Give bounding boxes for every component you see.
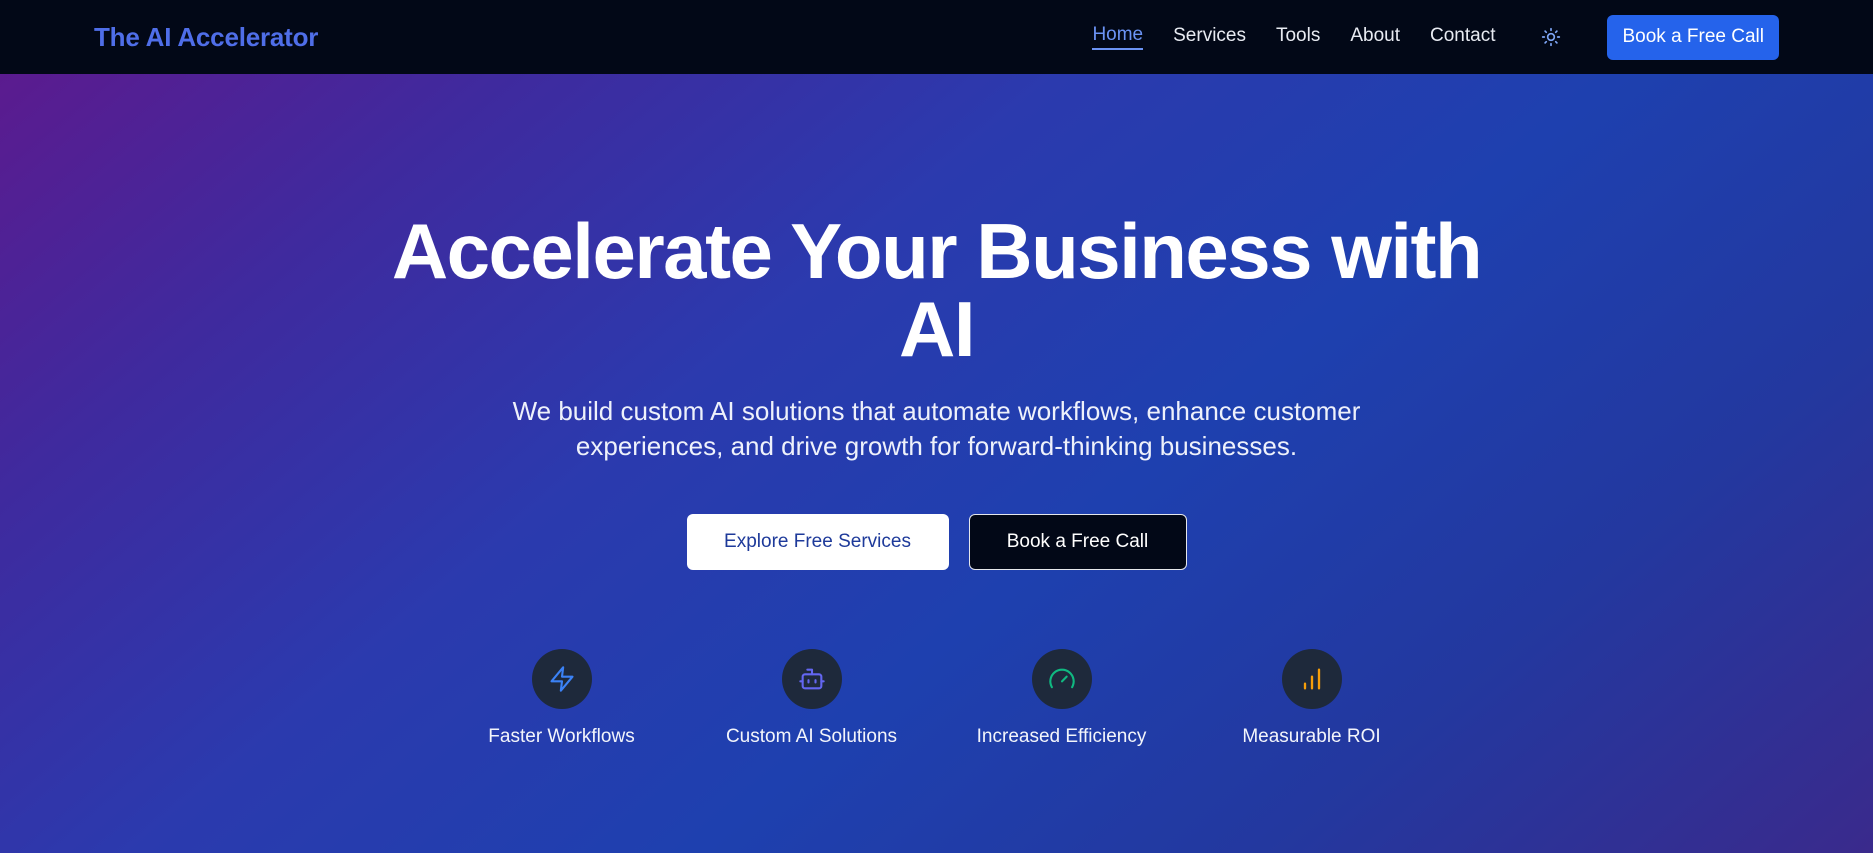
feature-label: Custom AI Solutions — [725, 726, 898, 747]
hero-section: Accelerate Your Business with AI We buil… — [0, 74, 1873, 853]
feature-efficiency: Increased Efficiency — [937, 649, 1187, 748]
brand-logo[interactable]: The AI Accelerator — [94, 22, 318, 53]
theme-toggle-button[interactable] — [1537, 23, 1565, 51]
hero-title-line2: AI — [899, 285, 976, 373]
feature-icon-circle — [781, 649, 842, 709]
hero-buttons: Explore Free Services Book a Free Call — [0, 514, 1873, 570]
book-call-hero-button[interactable]: Book a Free Call — [968, 514, 1187, 570]
nav-link-about[interactable]: About — [1350, 25, 1400, 49]
explore-services-button[interactable]: Explore Free Services — [686, 514, 949, 570]
feature-icon-circle — [531, 649, 592, 709]
book-call-nav-button[interactable]: Book a Free Call — [1607, 14, 1779, 60]
nav-link-home[interactable]: Home — [1092, 24, 1144, 50]
navbar: The AI Accelerator Home Services Tools A… — [0, 0, 1873, 74]
nav-link-contact[interactable]: Contact — [1430, 25, 1495, 49]
nav-links: Home Services Tools About Contact — [1092, 24, 1495, 50]
nav-link-services[interactable]: Services — [1173, 25, 1246, 49]
feature-label: Measurable ROI — [1242, 726, 1381, 747]
hero-title: Accelerate Your Business with AI — [0, 212, 1873, 368]
lightning-icon — [549, 666, 574, 692]
gauge-icon — [1048, 668, 1075, 689]
feature-roi: Measurable ROI — [1187, 649, 1437, 748]
hero-subtitle: We build custom AI solutions that automa… — [0, 394, 1873, 464]
feature-custom-ai: Custom AI Solutions — [687, 649, 937, 748]
features-row: Faster Workflows Custom AI Solutions Inc… — [0, 649, 1873, 748]
bar-chart-icon — [1303, 668, 1320, 690]
nav-right: Home Services Tools About Contact Book a… — [1092, 14, 1779, 60]
hero-subtitle-line1: We build custom AI solutions that automa… — [512, 396, 1361, 426]
feature-label: Faster Workflows — [488, 726, 635, 747]
feature-faster-workflows: Faster Workflows — [437, 649, 687, 748]
hero-title-line1: Accelerate Your Business with — [391, 207, 1483, 295]
feature-label: Increased Efficiency — [976, 726, 1147, 747]
sun-icon — [1542, 27, 1561, 47]
feature-icon-circle — [1281, 649, 1342, 709]
bot-icon — [798, 668, 825, 690]
nav-link-tools[interactable]: Tools — [1276, 25, 1320, 49]
feature-icon-circle — [1031, 649, 1092, 709]
hero-subtitle-line2: experiences, and drive growth for forwar… — [575, 431, 1298, 461]
